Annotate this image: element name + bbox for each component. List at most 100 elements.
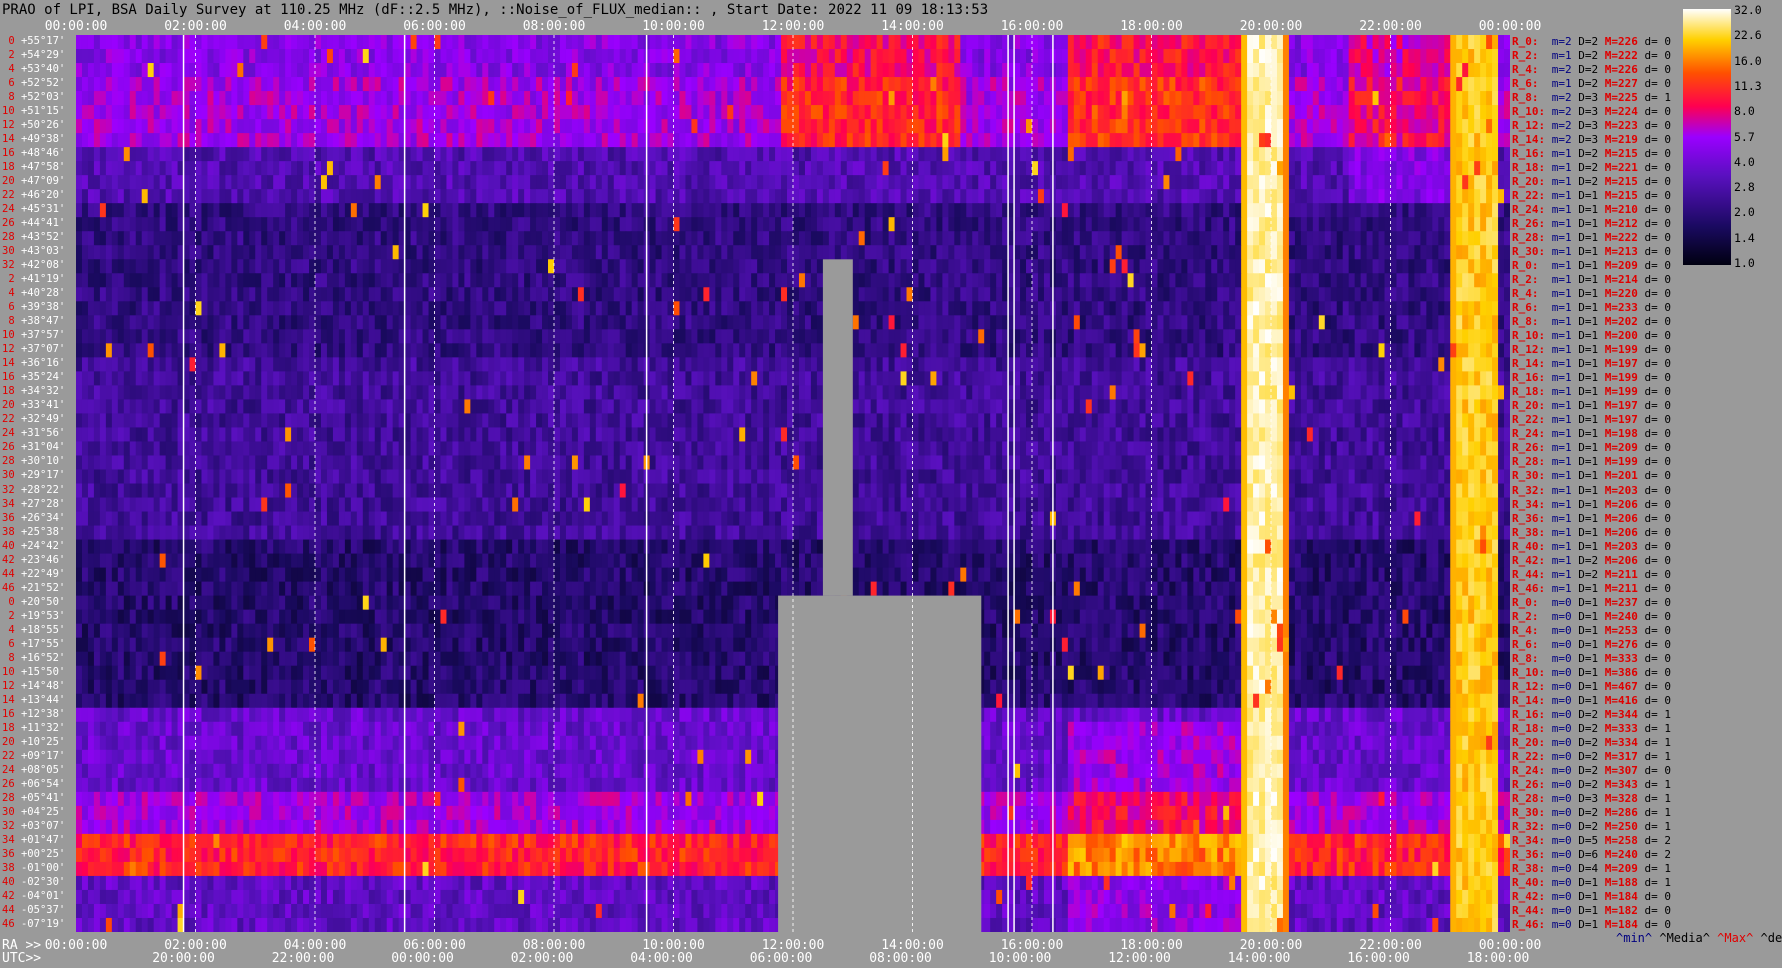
heatmap-cell [637, 63, 645, 78]
heatmap-cell [1163, 77, 1170, 92]
row-index: 42 [2, 889, 15, 902]
heatmap-cell [739, 287, 746, 302]
heatmap-cell [1235, 133, 1242, 148]
heatmap-cell [966, 161, 973, 176]
heatmap-cell [123, 119, 131, 134]
heatmap-cell [583, 175, 591, 190]
heatmap-cell [565, 189, 573, 204]
heatmap-cell [1175, 175, 1182, 190]
heatmap-cell [81, 133, 89, 148]
heatmap-cell [559, 217, 567, 232]
heatmap-cell [769, 105, 776, 120]
heatmap-cell [410, 133, 418, 148]
heatmap-cell [1486, 91, 1493, 106]
heatmap-cell [1390, 77, 1397, 92]
heatmap-cell [195, 105, 202, 120]
heatmap-cell [1139, 203, 1147, 218]
heatmap-cell [1061, 189, 1069, 204]
heatmap-cell [1169, 91, 1176, 106]
heatmap-cell [1241, 259, 1248, 274]
heatmap-cell [1085, 301, 1093, 316]
heatmap-cell [422, 77, 430, 92]
heatmap-cell [673, 175, 680, 190]
heatmap-cell [356, 231, 364, 246]
heatmap-cell [201, 273, 208, 288]
heatmap-cell [171, 161, 179, 176]
heatmap-cell [344, 273, 352, 288]
heatmap-cell [918, 259, 925, 274]
heatmap-cell [1181, 105, 1188, 120]
heatmap-cell [225, 133, 232, 148]
heatmap-cell [470, 287, 477, 302]
heatmap-cell [93, 105, 101, 120]
heatmap-cell [1486, 63, 1493, 78]
heatmap-cell [715, 63, 722, 78]
heatmap-cell [894, 147, 902, 162]
row-declination: +51°15' [14, 105, 66, 118]
row-declination: +39°38' [14, 301, 66, 314]
heatmap-cell [141, 91, 149, 106]
heatmap-cell [1282, 91, 1290, 106]
heatmap-cell [500, 273, 507, 288]
heatmap-cell [631, 273, 639, 288]
heatmap-cell [129, 77, 137, 92]
heatmap-cell [930, 77, 937, 92]
heatmap-cell [213, 203, 220, 218]
heatmap-cell [1300, 287, 1308, 302]
heatmap-cell [446, 245, 453, 260]
heatmap-cell [930, 203, 937, 218]
heatmap-cell [1073, 301, 1081, 316]
heatmap-cell [1014, 91, 1021, 106]
heatmap-cell [709, 273, 716, 288]
heatmap-cell [249, 287, 256, 302]
heatmap-cell [661, 63, 669, 78]
heatmap-cell [1061, 91, 1069, 106]
heatmap-cell [267, 203, 274, 218]
heatmap-cell [571, 49, 579, 64]
heatmap-cell [978, 49, 985, 64]
heatmap-cell [141, 203, 149, 218]
heatmap-cell [816, 231, 824, 246]
heatmap-cell [810, 63, 818, 78]
heatmap-cell [554, 105, 561, 120]
heatmap-cell [697, 259, 704, 274]
heatmap-cell [440, 105, 447, 120]
heatmap-cell [1079, 175, 1087, 190]
heatmap-cell [804, 105, 812, 120]
heatmap-cell [1324, 273, 1332, 288]
heatmap-cell [506, 217, 513, 232]
heatmap-cell [1037, 189, 1045, 204]
heatmap-cell [745, 301, 752, 316]
heatmap-cell [673, 301, 680, 316]
dec-row-label: 36 +26°34' [2, 512, 65, 524]
heatmap-cell [655, 49, 663, 64]
heatmap-cell [440, 91, 447, 106]
heatmap-cell [876, 175, 884, 190]
heatmap-cell [1169, 49, 1176, 64]
heatmap-cell [452, 189, 459, 204]
row-declination: +11°32' [14, 721, 66, 734]
heatmap-cell [326, 91, 334, 106]
heatmap-cell [1420, 91, 1427, 106]
heatmap-cell [1438, 301, 1445, 316]
heatmap-cell [649, 133, 657, 148]
heatmap-cell [888, 133, 896, 148]
heatmap-cell [285, 259, 292, 274]
heatmap-cell [267, 301, 274, 316]
heatmap-cell [1115, 245, 1123, 260]
heatmap-cell [888, 77, 896, 92]
heatmap-cell [1348, 231, 1356, 246]
heatmap-cell [195, 175, 202, 190]
dec-row-label: 40 -02°30' [2, 876, 65, 888]
heatmap-cell [231, 63, 238, 78]
heatmap-cell [434, 63, 441, 78]
heatmap-cell [542, 63, 549, 78]
heatmap-cell [1163, 91, 1170, 106]
heatmap-cell [721, 49, 728, 64]
heatmap-cell [1312, 105, 1320, 120]
heatmap-cell [709, 147, 716, 162]
heatmap-cell [99, 133, 107, 148]
heatmap-cell [554, 119, 561, 134]
heatmap-cell [685, 301, 692, 316]
heatmap-cell [1061, 49, 1069, 64]
